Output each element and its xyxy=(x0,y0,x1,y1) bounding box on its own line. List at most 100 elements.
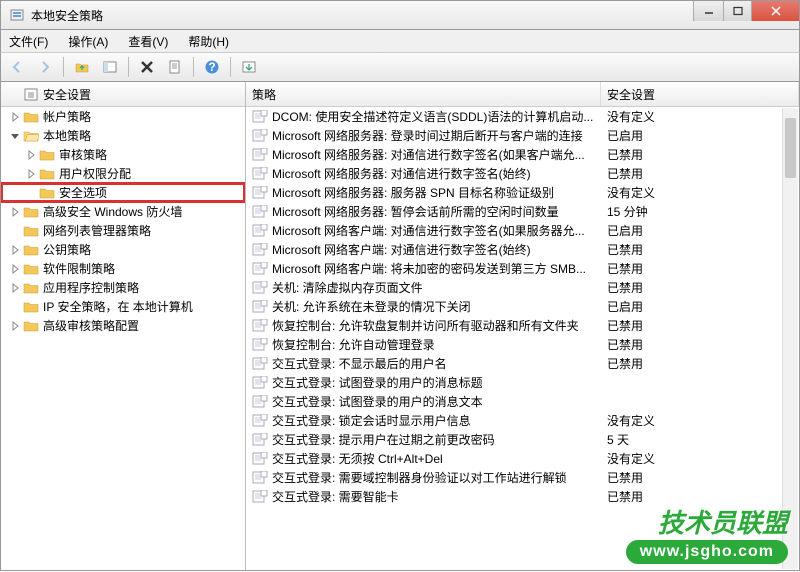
policy-setting: 已禁用 xyxy=(601,317,799,334)
policy-icon xyxy=(252,357,268,370)
menu-view[interactable]: 查看(V) xyxy=(124,31,172,52)
folder-icon xyxy=(23,223,39,239)
policy-row[interactable]: 交互式登录: 提示用户在过期之前更改密码5 天 xyxy=(246,430,799,449)
policy-name: DCOM: 使用安全描述符定义语言(SDDL)语法的计算机启动... xyxy=(272,108,593,125)
expand-arrow-icon[interactable] xyxy=(25,168,37,180)
policy-icon xyxy=(252,281,268,294)
properties-button[interactable] xyxy=(163,55,187,79)
title-bar: 本地安全策略 xyxy=(0,0,800,30)
policy-row[interactable]: 关机: 清除虚拟内存页面文件已禁用 xyxy=(246,278,799,297)
expand-arrow-icon[interactable] xyxy=(25,149,37,161)
policy-name: 关机: 允许系统在未登录的情况下关闭 xyxy=(272,298,471,315)
policy-icon xyxy=(252,300,268,313)
policy-setting: 已启用 xyxy=(601,298,799,315)
policy-icon xyxy=(252,433,268,446)
policy-name: Microsoft 网络服务器: 登录时间过期后断开与客户端的连接 xyxy=(272,127,583,144)
policy-row[interactable]: 恢复控制台: 允许软盘复制并访问所有驱动器和所有文件夹已禁用 xyxy=(246,316,799,335)
tree-node-n4[interactable]: 公钥策略 xyxy=(1,240,245,259)
policy-row[interactable]: Microsoft 网络服务器: 对通信进行数字签名(如果客户端允...已禁用 xyxy=(246,145,799,164)
folder-icon xyxy=(23,280,39,296)
expand-arrow-icon[interactable] xyxy=(9,263,21,275)
policy-setting: 已禁用 xyxy=(601,279,799,296)
tree-node-n1_1[interactable]: 用户权限分配 xyxy=(1,164,245,183)
tree-node-n7[interactable]: IP 安全策略，在 本地计算机 xyxy=(1,297,245,316)
policy-name: 交互式登录: 需要智能卡 xyxy=(272,488,399,505)
delete-button[interactable] xyxy=(135,55,159,79)
policy-name: 交互式登录: 试图登录的用户的消息文本 xyxy=(272,393,483,410)
policy-name: 恢复控制台: 允许自动管理登录 xyxy=(272,336,435,353)
show-hide-tree-button[interactable] xyxy=(98,55,122,79)
back-button xyxy=(5,55,29,79)
policy-icon xyxy=(252,376,268,389)
tree-node-label: 网络列表管理器策略 xyxy=(43,222,151,239)
policy-row[interactable]: Microsoft 网络服务器: 对通信进行数字签名(始终)已禁用 xyxy=(246,164,799,183)
expand-arrow-icon[interactable] xyxy=(9,206,21,218)
policy-row[interactable]: 关机: 允许系统在未登录的情况下关闭 已启用 xyxy=(246,297,799,316)
maximize-button[interactable] xyxy=(723,1,751,21)
tree-node-label: 高级审核策略配置 xyxy=(43,317,139,334)
policy-icon xyxy=(252,110,268,123)
folder-icon xyxy=(23,261,39,277)
policy-setting: 已禁用 xyxy=(601,260,799,277)
policy-setting: 已禁用 xyxy=(601,146,799,163)
tree-node-n5[interactable]: 软件限制策略 xyxy=(1,259,245,278)
policy-name: Microsoft 网络服务器: 服务器 SPN 目标名称验证级别 xyxy=(272,184,554,201)
expand-arrow-icon[interactable] xyxy=(9,244,21,256)
policy-row[interactable]: Microsoft 网络客户端: 对通信进行数字签名(如果服务器允...已启用 xyxy=(246,221,799,240)
policy-row[interactable]: Microsoft 网络服务器: 服务器 SPN 目标名称验证级别没有定义 xyxy=(246,183,799,202)
menu-file[interactable]: 文件(F) xyxy=(5,31,52,52)
policy-row[interactable]: Microsoft 网络服务器: 暂停会话前所需的空闲时间数量15 分钟 xyxy=(246,202,799,221)
policy-setting: 没有定义 xyxy=(601,450,799,467)
tree-node-n6[interactable]: 应用程序控制策略 xyxy=(1,278,245,297)
policy-row[interactable]: 交互式登录: 不显示最后的用户名已禁用 xyxy=(246,354,799,373)
expand-arrow-icon[interactable] xyxy=(9,282,21,294)
tree-node-label: IP 安全策略，在 本地计算机 xyxy=(43,298,193,315)
expand-arrow-icon[interactable] xyxy=(9,320,21,332)
policy-name: 交互式登录: 无须按 Ctrl+Alt+Del xyxy=(272,450,443,467)
tree-node-n2[interactable]: 高级安全 Windows 防火墙 xyxy=(1,202,245,221)
policy-row[interactable]: 交互式登录: 试图登录的用户的消息文本 xyxy=(246,392,799,411)
policy-row[interactable]: 交互式登录: 锁定会话时显示用户信息没有定义 xyxy=(246,411,799,430)
help-button[interactable]: ? xyxy=(200,55,224,79)
policy-setting: 已禁用 xyxy=(601,488,799,505)
tree-header[interactable]: 安全设置 xyxy=(1,82,245,107)
policy-row[interactable]: Microsoft 网络服务器: 登录时间过期后断开与客户端的连接已启用 xyxy=(246,126,799,145)
vertical-scrollbar[interactable] xyxy=(782,108,798,569)
tree-node-n0[interactable]: 帐户策略 xyxy=(1,107,245,126)
menu-action[interactable]: 操作(A) xyxy=(64,31,112,52)
column-header-policy[interactable]: 策略 xyxy=(246,82,601,106)
policy-icon xyxy=(252,452,268,465)
tree-node-n1_0[interactable]: 审核策略 xyxy=(1,145,245,164)
policy-row[interactable]: 交互式登录: 需要域控制器身份验证以对工作站进行解锁已禁用 xyxy=(246,468,799,487)
list-pane: 策略 安全设置 DCOM: 使用安全描述符定义语言(SDDL)语法的计算机启动.… xyxy=(246,82,799,570)
policy-row[interactable]: 交互式登录: 试图登录的用户的消息标题 xyxy=(246,373,799,392)
policy-row[interactable]: 恢复控制台: 允许自动管理登录 已禁用 xyxy=(246,335,799,354)
tree-node-n1[interactable]: 本地策略 xyxy=(1,126,245,145)
close-button[interactable] xyxy=(751,1,799,21)
column-header-setting[interactable]: 安全设置 xyxy=(601,82,799,106)
expand-arrow-icon[interactable] xyxy=(9,130,21,142)
policy-icon xyxy=(252,186,268,199)
tree-node-label: 用户权限分配 xyxy=(59,165,131,182)
separator xyxy=(193,57,194,77)
policy-row[interactable]: 交互式登录: 需要智能卡 已禁用 xyxy=(246,487,799,506)
policy-setting: 已禁用 xyxy=(601,336,799,353)
expand-arrow-icon[interactable] xyxy=(9,111,21,123)
scrollbar-thumb[interactable] xyxy=(785,118,796,178)
policy-row[interactable]: Microsoft 网络客户端: 将未加密的密码发送到第三方 SMB...已禁用 xyxy=(246,259,799,278)
menu-help[interactable]: 帮助(H) xyxy=(184,31,233,52)
up-button[interactable] xyxy=(70,55,94,79)
policy-row[interactable]: 交互式登录: 无须按 Ctrl+Alt+Del 没有定义 xyxy=(246,449,799,468)
svg-text:?: ? xyxy=(208,60,215,74)
export-button[interactable] xyxy=(237,55,261,79)
minimize-button[interactable] xyxy=(693,1,723,21)
folder-icon xyxy=(23,204,39,220)
policy-icon xyxy=(252,148,268,161)
policy-row[interactable]: Microsoft 网络客户端: 对通信进行数字签名(始终)已禁用 xyxy=(246,240,799,259)
policy-setting: 已禁用 xyxy=(601,355,799,372)
tree-node-n8[interactable]: 高级审核策略配置 xyxy=(1,316,245,335)
policy-row[interactable]: DCOM: 使用安全描述符定义语言(SDDL)语法的计算机启动...没有定义 xyxy=(246,107,799,126)
tree-node-n3[interactable]: 网络列表管理器策略 xyxy=(1,221,245,240)
tree-node-n1_2[interactable]: 安全选项 xyxy=(1,183,245,202)
main-area: 安全设置 帐户策略本地策略审核策略用户权限分配安全选项高级安全 Windows … xyxy=(0,82,800,571)
